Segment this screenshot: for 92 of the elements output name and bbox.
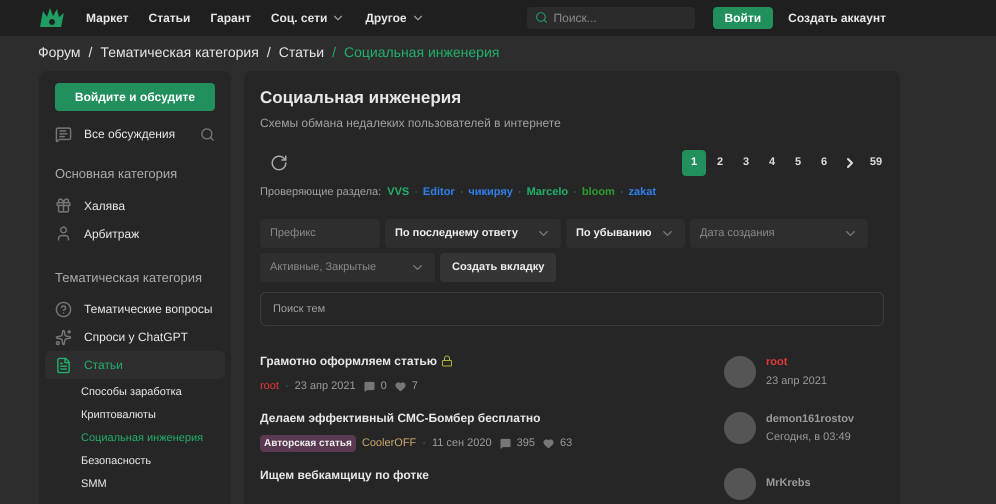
user-icon [55,225,72,242]
filter-dropdown[interactable]: По последнему ответу [385,219,561,248]
thread-date: 11 сен 2020 [432,436,492,451]
subcategory-link[interactable]: Безопасность [81,450,215,473]
question-icon [55,300,72,318]
avatar[interactable] [724,468,756,500]
sidebar-link[interactable]: Все обсуждения [84,125,176,143]
thread-author[interactable]: CoolerOFF [362,434,416,452]
section-heading: Тематическая категория [55,268,204,287]
forum-title: Социальная инженерия [260,87,462,109]
page-link[interactable]: 2 [708,150,732,176]
section-heading: Основная категория [55,165,178,183]
sidebar-item[interactable]: Статьи [45,351,225,379]
heart-icon [543,438,554,448]
separator-dot: · [284,379,289,394]
subcategory-link[interactable]: Криптовалюты [81,404,215,427]
filter-dropdown[interactable]: Префикс [260,219,380,248]
lock-icon [441,355,454,367]
prefix-tag[interactable]: Авторская статья [260,434,356,452]
search-field[interactable]: Поиск... [526,7,695,29]
refresh-icon[interactable] [270,154,288,172]
comment-icon [364,380,375,392]
nav-link[interactable]: Гарант [210,9,251,27]
filter-dropdown[interactable]: Дата создания [690,219,868,248]
thread-search-field[interactable]: Поиск тем [260,292,884,326]
thread-title[interactable]: Грамотно оформляем статью [260,352,454,370]
reviewer-link[interactable]: bloom [582,184,615,200]
avatar[interactable] [724,412,756,444]
page-link[interactable]: 6 [812,150,836,176]
comment-icon [500,438,511,448]
separator-dot: · [620,184,624,200]
chat-icon [55,126,72,142]
breadcrumb-separator: / [88,42,92,62]
reviewer-link[interactable]: Marcelo [526,184,568,200]
separator-dot: · [460,184,464,200]
last-post-date: Сегодня, в 03:49 [766,430,852,445]
page-link[interactable]: 1 [682,150,706,176]
last-post-date: 23 апр 2021 [766,374,828,388]
like-count: 63 [560,436,572,451]
reviewer-link[interactable]: zakat [628,184,656,200]
last-poster[interactable]: demon161rostov [766,410,854,427]
like-count: 7 [412,379,418,394]
sidebar-item[interactable]: Халява [45,192,225,220]
sidebar-item[interactable]: Спроси у ChatGPT [45,323,225,351]
separator-dot: · [414,184,418,200]
breadcrumb-link[interactable]: Социальная инженерия [344,42,500,62]
nav-link[interactable]: Маркет [86,9,129,27]
reply-count: 395 [516,436,536,451]
thread-author[interactable]: root [260,378,279,394]
page-link[interactable]: 4 [760,150,784,176]
subcategory-link[interactable]: SMM [81,473,215,496]
filter-dropdown[interactable]: По убыванию [566,219,685,248]
separator-dot: · [573,184,577,200]
thread-date: 23 апр 2021 [294,379,356,394]
login-discuss-button[interactable]: Войдите и обсудите [55,83,215,111]
last-poster[interactable]: MrKrebs [766,475,811,492]
reviewers-label: Проверяющие раздела: [260,184,382,200]
breadcrumb-separator: / [332,42,336,62]
breadcrumb-link[interactable]: Статьи [278,42,324,62]
heart-icon [394,380,406,392]
nav-link[interactable]: Соц. сети [270,9,346,27]
breadcrumb-link[interactable]: Тематическая категория [100,42,259,62]
sidebar-item[interactable]: Тематические вопросы [45,295,225,323]
forum-description: Схемы обмана недалеких пользователей в интернете [260,114,562,132]
page-link[interactable]: 3 [734,150,758,176]
sidebar-item[interactable]: Арбитраж [45,220,225,248]
file-icon [55,356,72,374]
login-button[interactable]: Войти [712,7,774,29]
reviewer-link[interactable]: чикиряу [468,184,513,200]
separator-dot: · [518,184,522,200]
thread-title[interactable]: Ищем вебкамщицу по фотке [260,466,429,484]
subcategory-link[interactable]: Социальная инженерия [81,427,215,450]
reviewer-link[interactable]: Editor [422,184,455,200]
breadcrumb-link[interactable]: Форум [38,42,81,62]
search-icon[interactable] [200,126,215,142]
breadcrumb-separator: / [266,42,271,62]
gift-icon [55,197,72,214]
nav-link[interactable]: Статьи [148,9,190,27]
page-link[interactable]: 5 [786,150,810,176]
register-link[interactable]: Создать аккаунт [788,9,886,27]
separator-dot: · [422,436,426,451]
logo-icon[interactable] [39,7,65,29]
nav-link[interactable]: Другое [365,9,425,27]
avatar[interactable] [724,356,756,388]
reviewer-link[interactable]: VVS [387,184,410,200]
create-tab-button[interactable]: Создать вкладку [440,253,556,282]
last-poster[interactable]: root [766,354,828,370]
page-link[interactable]: 59 [864,150,888,176]
filter-dropdown[interactable]: Активные, Закрытые [260,253,435,282]
reply-count: 0 [380,379,387,394]
thread-title[interactable]: Делаем эффективный СМС-Бомбер бесплатно [260,408,540,426]
subcategory-link[interactable]: Способы заработка [81,381,215,404]
